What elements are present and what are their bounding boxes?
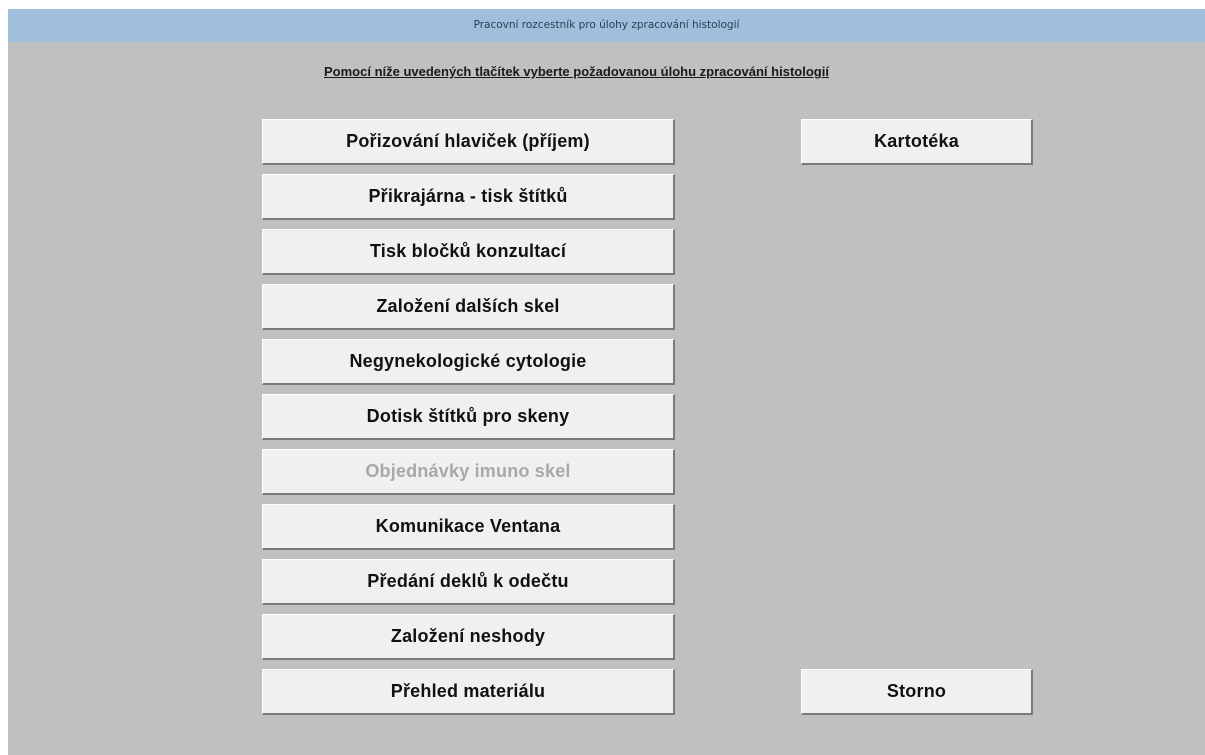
prehled-materialu-button[interactable]: Přehled materiálu [262,669,675,715]
tisk-blocku-konzultaci-button[interactable]: Tisk bločků konzultací [262,229,675,275]
prikrajarna-tisk-stitku-button[interactable]: Přikrajárna - tisk štítků [262,174,675,220]
zalozeni-dalsich-skel-button[interactable]: Založení dalších skel [262,284,675,330]
kartoteka-button[interactable]: Kartotéka [801,119,1033,165]
negynekologicke-cytologie-button[interactable]: Negynekologické cytologie [262,339,675,385]
main-window: Pracovní rozcestník pro úlohy zpracování… [8,9,1205,755]
porizovani-hlavicek-button[interactable]: Pořizování hlaviček (příjem) [262,119,675,165]
instruction-text: Pomocí níže uvedených tlačítek vyberte p… [324,64,829,79]
dotisk-stitku-pro-skeny-button[interactable]: Dotisk štítků pro skeny [262,394,675,440]
komunikace-ventana-button[interactable]: Komunikace Ventana [262,504,675,550]
objednavky-imuno-skel-button: Objednávky imuno skel [262,449,675,495]
window-title-bar: Pracovní rozcestník pro úlohy zpracování… [8,9,1205,42]
predani-deklu-k-odectu-button[interactable]: Předání deklů k odečtu [262,559,675,605]
storno-button[interactable]: Storno [801,669,1033,715]
window-title: Pracovní rozcestník pro úlohy zpracování… [473,19,740,31]
zalozeni-neshody-button[interactable]: Založení neshody [262,614,675,660]
